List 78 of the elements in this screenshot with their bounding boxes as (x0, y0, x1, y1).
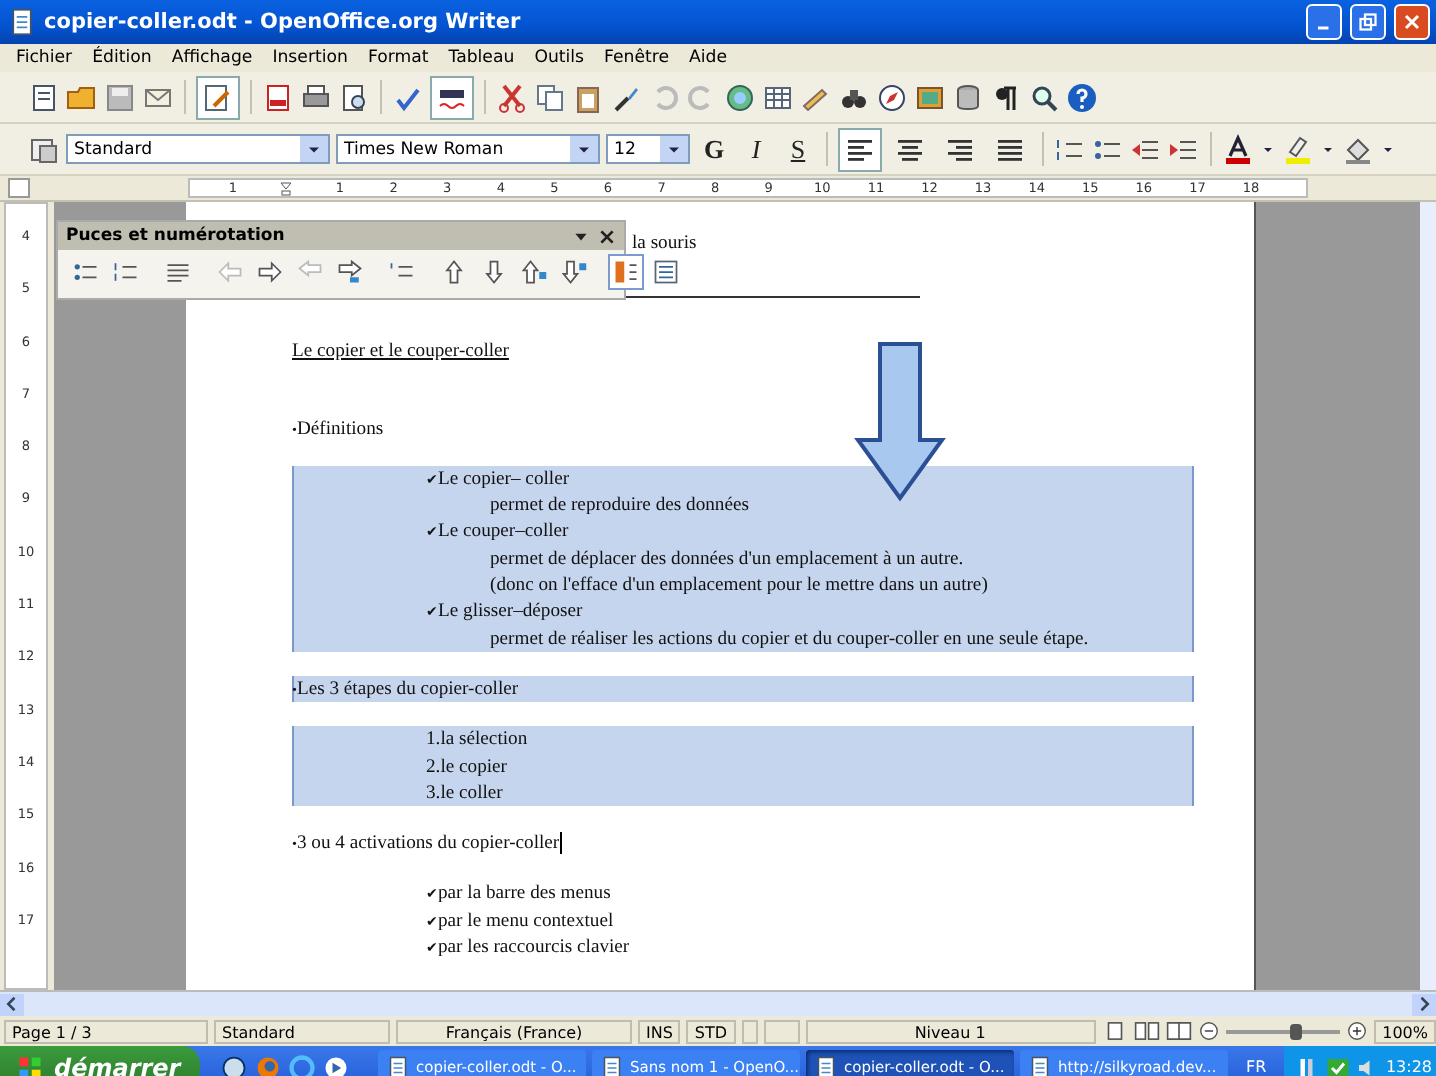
menu-item[interactable]: Insertion (264, 48, 356, 68)
numbered-item: 3.le coller (292, 779, 1194, 807)
gallery-icon[interactable] (914, 81, 946, 113)
font-size-dropdown[interactable]: 12 (606, 134, 690, 164)
document-icon[interactable] (600, 1055, 624, 1076)
zoom-icon[interactable] (1028, 81, 1060, 113)
print-preview-icon[interactable] (338, 81, 370, 113)
globe-icon[interactable] (724, 81, 756, 113)
restore-icon[interactable] (1356, 10, 1380, 34)
close-icon[interactable] (598, 227, 616, 245)
media-player-icon[interactable] (322, 1053, 350, 1076)
language-indicator[interactable]: FR (1234, 1058, 1279, 1076)
book-view-icon[interactable] (1165, 1018, 1192, 1044)
bold-button[interactable]: G (696, 133, 732, 165)
compass-icon[interactable] (876, 81, 908, 113)
selection-mode: STD (686, 1019, 736, 1043)
database-icon[interactable] (952, 81, 984, 113)
help-icon[interactable] (1066, 81, 1098, 113)
menu-item[interactable]: Édition (84, 48, 160, 68)
text-line: la souris (632, 230, 697, 257)
italic-button[interactable]: I (738, 133, 774, 165)
menu-item[interactable]: Fenêtre (596, 48, 678, 68)
outline-level: Niveau 1 (805, 1019, 1096, 1043)
copy-icon[interactable] (534, 81, 566, 113)
scissors-icon[interactable] (496, 81, 528, 113)
pilcrow-icon[interactable] (990, 81, 1022, 113)
folder-icon[interactable] (66, 81, 98, 113)
indent-marker-icon[interactable] (278, 179, 295, 197)
menu-item[interactable]: Fichier (8, 48, 81, 68)
table-icon[interactable] (762, 81, 794, 113)
page-style: Standard (214, 1019, 390, 1043)
close-button[interactable] (1394, 4, 1430, 40)
save-icon[interactable] (104, 81, 136, 113)
highlighter-icon[interactable] (1282, 133, 1314, 165)
zoom-out-icon[interactable] (1197, 1020, 1220, 1042)
styles-icon[interactable] (28, 133, 60, 165)
background-color-icon[interactable] (1342, 133, 1374, 165)
zoom-percent: 100% (1374, 1019, 1436, 1043)
status-cell (763, 1019, 800, 1043)
web-page-icon[interactable] (1028, 1055, 1052, 1076)
font-color-icon[interactable] (1222, 133, 1254, 165)
menu-item[interactable]: Aide (681, 48, 736, 68)
start-button[interactable]: démarrer (0, 1046, 200, 1076)
document-icon[interactable] (8, 8, 36, 36)
menu-item[interactable]: Format (359, 48, 437, 68)
insert-mode: INS (638, 1019, 681, 1043)
menu-item[interactable]: Affichage (163, 48, 261, 68)
clipboard-icon[interactable] (572, 81, 604, 113)
two-page-view-icon[interactable] (1133, 1018, 1160, 1044)
windows-flag-icon[interactable] (16, 1053, 44, 1076)
page-indicator: Page 1 / 3 (4, 1019, 208, 1043)
tray-check-icon[interactable] (1325, 1055, 1350, 1076)
window-title: copier-coller.odt - OpenOffice.org Writer (44, 10, 523, 34)
numbered-item: 1.la sélection (292, 726, 1194, 754)
toolbar-title: Puces et numérotation (66, 226, 287, 246)
document-icon[interactable] (814, 1055, 838, 1076)
minimize-button[interactable] (1306, 4, 1342, 40)
printer-icon[interactable] (300, 81, 332, 113)
clock: 13:28 (1385, 1058, 1432, 1076)
close-icon[interactable] (1400, 10, 1424, 34)
vertical-scrollbar[interactable] (1420, 202, 1436, 990)
menu-item[interactable]: Tableau (440, 48, 523, 68)
horizontal-scrollbar[interactable] (0, 990, 1436, 1016)
style-dropdown[interactable]: Standard (66, 134, 330, 164)
menu-item[interactable]: Outils (526, 48, 593, 68)
zoom-in-icon[interactable] (1346, 1020, 1369, 1042)
zoom-slider-thumb[interactable] (1290, 1023, 1303, 1039)
font-dropdown[interactable]: Times New Roman (336, 134, 600, 164)
new-document-icon[interactable] (28, 81, 60, 113)
tab-stop-selector[interactable] (8, 178, 30, 198)
maximize-button[interactable] (1350, 4, 1386, 40)
underline-button[interactable]: S (780, 133, 816, 165)
status-cell (741, 1019, 758, 1043)
document-heading: Le copier et le couper-coller (292, 338, 511, 366)
language-indicator: Français (France) (396, 1019, 632, 1043)
numbered-item: 2.le copier (292, 753, 1194, 780)
document-icon[interactable] (386, 1055, 410, 1076)
pdf-icon[interactable] (262, 81, 294, 113)
